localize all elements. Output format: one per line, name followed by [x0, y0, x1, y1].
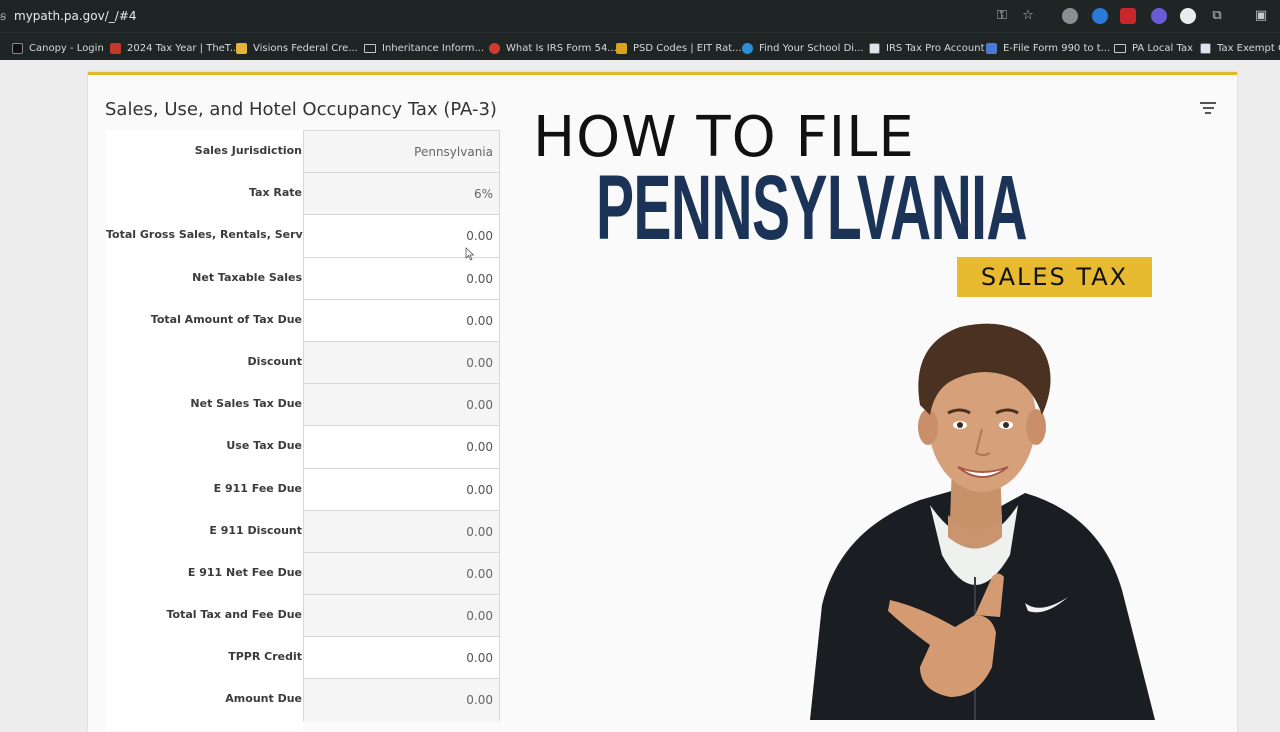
- extension-icon[interactable]: [1151, 8, 1167, 24]
- net-taxable-sales-input[interactable]: 0.00: [303, 256, 500, 299]
- canopy-favicon-icon: [12, 42, 23, 54]
- field-label: E 911 Discount: [209, 523, 302, 537]
- field-label: Total Gross Sales, Rentals, Services: [106, 228, 327, 242]
- e911-fee-due-input[interactable]: 0.00: [303, 467, 500, 510]
- bookmark-efile-990[interactable]: E-File Form 990 to t...: [986, 40, 1110, 56]
- site-favicon-icon: [742, 42, 753, 54]
- bookmark-irs-form[interactable]: What Is IRS Form 54...: [489, 40, 617, 56]
- bookmark-tax-year[interactable]: 2024 Tax Year | TheT...: [110, 40, 239, 56]
- field-label: Discount: [247, 354, 302, 368]
- form-row-total-tax-fee-due: Total Tax and Fee Due 0.00: [106, 594, 500, 637]
- bookmark-inheritance[interactable]: Inheritance Inform...: [364, 40, 484, 56]
- field-label: Use Tax Due: [226, 439, 302, 453]
- chatgpt-extension-icon[interactable]: [1062, 8, 1078, 24]
- form-row-sales-jurisdiction: Sales Jurisdiction Pennsylvania: [106, 130, 500, 173]
- headline-pennsylvania: PENNSYLVANIA: [596, 157, 1028, 259]
- field-label: E 911 Fee Due: [213, 481, 302, 495]
- tppr-credit-input[interactable]: 0.00: [303, 636, 500, 679]
- irs-favicon-icon: [869, 42, 880, 54]
- card-title: Sales, Use, and Hotel Occupancy Tax (PA-…: [105, 99, 497, 120]
- field-label: Net Taxable Sales: [192, 270, 302, 284]
- bookmark-psd-codes[interactable]: PSD Codes | EIT Rat...: [616, 40, 742, 56]
- partial-tab-glyph: ꞩ: [0, 9, 7, 23]
- bookmark-visions[interactable]: Visions Federal Cre...: [236, 40, 358, 56]
- form-row-discount: Discount 0.00: [106, 340, 500, 384]
- folder-icon: [364, 43, 376, 53]
- bookmark-irs-tax-pro[interactable]: IRS Tax Pro Account: [869, 40, 985, 56]
- form-row-amount-due: Amount Due 0.00: [106, 678, 500, 721]
- field-label: Sales Jurisdiction: [194, 144, 302, 157]
- field-label: Total Tax and Fee Due: [166, 608, 302, 622]
- form-row-net-taxable-sales: Net Taxable Sales 0.00: [106, 256, 500, 299]
- pdf-extension-icon[interactable]: [1120, 8, 1136, 24]
- bookmark-canopy[interactable]: Canopy - Login: [12, 40, 104, 56]
- bookmark-school-district[interactable]: Find Your School Di...: [742, 40, 864, 56]
- field-label: Total Amount of Tax Due: [150, 312, 302, 326]
- browser-address-bar: ꞩ mypath.pa.gov/_/#4 ⚿ ☆ ⧉ ▣: [0, 0, 1280, 32]
- total-tax-due-field[interactable]: 0.00: [303, 298, 500, 341]
- field-label: Tax Rate: [248, 186, 302, 200]
- filter-icon[interactable]: [1200, 102, 1216, 114]
- field-label: Net Sales Tax Due: [190, 397, 302, 411]
- form-row-net-sales-tax-due: Net Sales Tax Due 0.00: [106, 383, 500, 426]
- discount-field: 0.00: [303, 340, 500, 384]
- field-label: TPPR Credit: [228, 650, 302, 664]
- bookmark-star-icon[interactable]: ☆: [1019, 7, 1037, 25]
- form-row-e911-net-fee-due: E 911 Net Fee Due 0.00: [106, 551, 500, 595]
- e911-discount-field: 0.00: [303, 509, 500, 552]
- url-field[interactable]: mypath.pa.gov/_/#4: [14, 9, 137, 23]
- grammarly-extension-icon[interactable]: [1180, 8, 1196, 24]
- bookmarks-bar: Canopy - Login 2024 Tax Year | TheT... V…: [0, 32, 1280, 60]
- form-row-use-tax-due: Use Tax Due 0.00: [106, 425, 500, 468]
- tax-form: Sales Jurisdiction Pennsylvania Tax Rate 6…: [106, 130, 500, 730]
- e911-net-fee-due-field: 0.00: [303, 551, 500, 595]
- bookmark-pa-local-tax[interactable]: PA Local Tax: [1114, 40, 1193, 56]
- net-sales-tax-due-field: 0.00: [303, 383, 500, 426]
- messenger-extension-icon[interactable]: [1092, 8, 1108, 24]
- total-tax-fee-due-field: 0.00: [303, 594, 500, 637]
- site-favicon-icon: [616, 42, 627, 54]
- site-favicon-icon: [110, 42, 121, 54]
- side-panel-icon[interactable]: ▣: [1252, 7, 1270, 25]
- bookmark-tax-exempt[interactable]: Tax Exempt Or: [1200, 40, 1280, 56]
- form-row-total-tax-due: Total Amount of Tax Due 0.00: [106, 298, 500, 341]
- visions-favicon-icon: [236, 42, 247, 54]
- sales-tax-badge: SALES TAX: [957, 257, 1152, 297]
- tax-rate-field: 6%: [303, 172, 500, 215]
- site-favicon-icon: [489, 42, 500, 54]
- form-row-e911-fee-due: E 911 Fee Due 0.00: [106, 467, 500, 510]
- form-row-e911-discount: E 911 Discount 0.00: [106, 509, 500, 552]
- folder-icon: [1114, 43, 1126, 53]
- field-label: Amount Due: [225, 692, 302, 706]
- form-row-tppr-credit: TPPR Credit 0.00: [106, 636, 500, 679]
- presenter-photo: [810, 323, 1155, 720]
- amount-due-field: 0.00: [303, 678, 500, 721]
- form-row-gross-sales: Total Gross Sales, Rentals, Services 0.00: [106, 214, 500, 257]
- password-key-icon[interactable]: ⚿: [993, 7, 1011, 25]
- site-favicon-icon: [986, 42, 997, 54]
- site-favicon-icon: [1200, 42, 1211, 54]
- extensions-puzzle-icon[interactable]: ⧉: [1208, 7, 1226, 25]
- mouse-cursor-icon: [465, 247, 475, 261]
- sales-jurisdiction-field: Pennsylvania: [303, 130, 500, 173]
- use-tax-due-input[interactable]: 0.00: [303, 425, 500, 468]
- field-label: E 911 Net Fee Due: [187, 565, 302, 579]
- form-row-tax-rate: Tax Rate 6%: [106, 172, 500, 215]
